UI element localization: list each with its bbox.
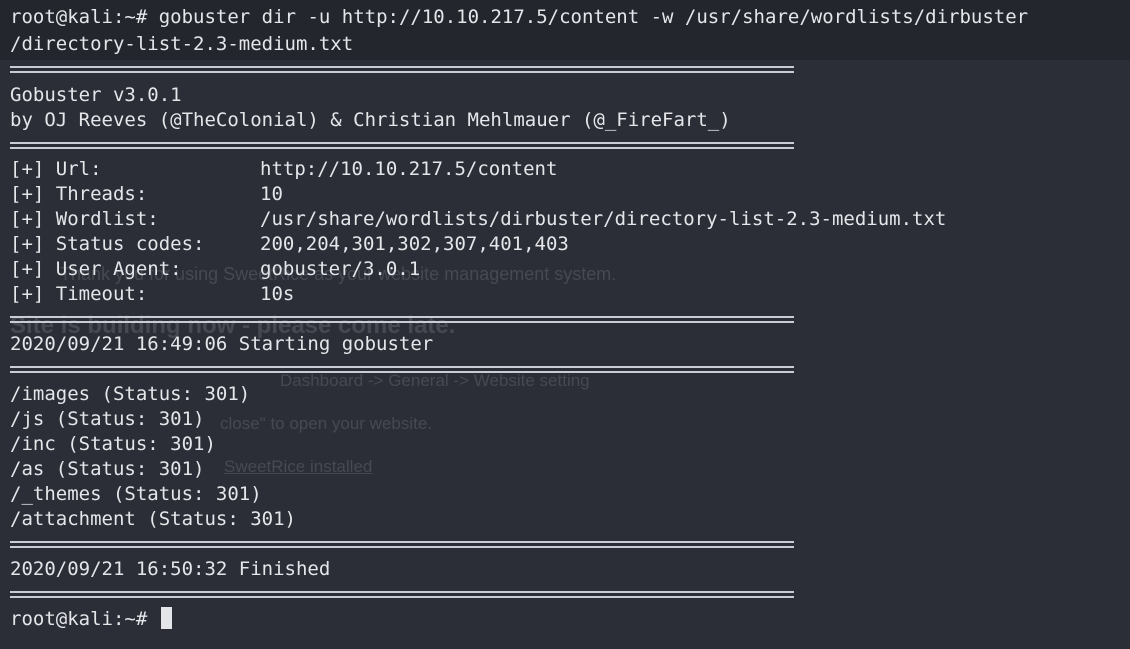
- finish-message: 2020/09/21 16:50:32 Finished: [10, 558, 331, 580]
- config-value: http://10.10.217.5/content: [260, 158, 558, 180]
- config-value: gobuster/3.0.1: [260, 258, 421, 280]
- config-row-threads: [+] Threads: 10: [10, 182, 283, 207]
- result-line: /images (Status: 301): [10, 383, 251, 405]
- result-line: /_themes (Status: 301): [10, 483, 262, 505]
- background-page-text: close" to open your website.: [220, 414, 433, 433]
- config-key: [+] Threads:: [10, 183, 148, 205]
- separator: [10, 316, 794, 323]
- config-row-wordlist: [+] Wordlist: /usr/share/wordlists/dirbus…: [10, 207, 946, 232]
- command-text: gobuster dir -u http://10.10.217.5/conte…: [158, 6, 1029, 28]
- config-key: [+] User Agent:: [10, 258, 182, 280]
- result-line: /js (Status: 301): [10, 408, 205, 430]
- command-line-wrap: /directory-list-2.3-medium.txt: [10, 33, 354, 55]
- config-value: 10: [260, 183, 283, 205]
- config-key: [+] Url:: [10, 158, 102, 180]
- result-line: /inc (Status: 301): [10, 433, 216, 455]
- banner-title: Gobuster v3.0.1: [10, 84, 182, 106]
- separator: [10, 591, 794, 598]
- prompt-line[interactable]: root@kali:~#: [10, 607, 172, 632]
- terminal-window[interactable]: Thank you for using SweetRice as your we…: [0, 0, 1130, 649]
- prompt: root@kali:~#: [10, 608, 148, 630]
- background-page-text: Dashboard -> General -> Website setting: [280, 371, 590, 390]
- config-row-url: [+] Url: http://10.10.217.5/content: [10, 157, 557, 182]
- separator: [10, 66, 794, 73]
- config-row-timeout: [+] Timeout: 10s: [10, 282, 294, 307]
- banner-authors: by OJ Reeves (@TheColonial) & Christian …: [10, 109, 731, 131]
- background-page-link: SweetRice installed: [224, 457, 373, 476]
- text-cursor: [160, 607, 172, 629]
- config-key: [+] Wordlist:: [10, 208, 159, 230]
- result-line: /attachment (Status: 301): [10, 508, 296, 530]
- config-value: 200,204,301,302,307,401,403: [260, 233, 569, 255]
- prompt: root@kali:~#: [10, 6, 148, 28]
- config-value: 10s: [260, 283, 295, 305]
- separator: [10, 142, 794, 149]
- config-row-user-agent: [+] User Agent: gobuster/3.0.1: [10, 257, 420, 282]
- command-line: root@kali:~# gobuster dir -u http://10.1…: [10, 5, 1028, 30]
- result-line: /as (Status: 301): [10, 458, 205, 480]
- separator: [10, 366, 794, 373]
- config-value: /usr/share/wordlists/dirbuster/directory…: [260, 208, 947, 230]
- separator: [10, 541, 794, 548]
- config-key: [+] Status codes:: [10, 233, 205, 255]
- config-key: [+] Timeout:: [10, 283, 148, 305]
- start-message: 2020/09/21 16:49:06 Starting gobuster: [10, 333, 434, 355]
- config-row-status-codes: [+] Status codes: 200,204,301,302,307,401…: [10, 232, 569, 257]
